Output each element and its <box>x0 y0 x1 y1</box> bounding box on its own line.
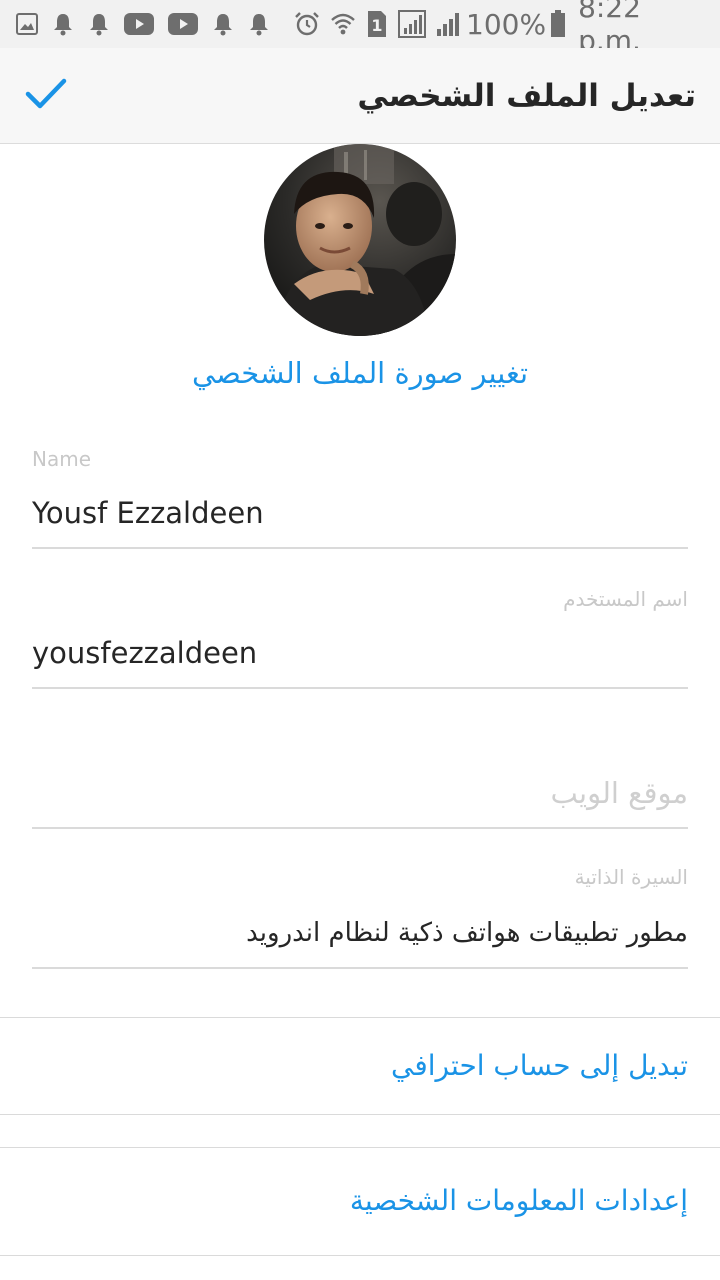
name-field: Name Yousf Ezzaldeen <box>32 445 688 549</box>
change-profile-photo-link[interactable]: تغيير صورة الملف الشخصي <box>0 356 720 390</box>
alarm-icon <box>294 11 320 37</box>
profile-photo <box>264 144 456 336</box>
bell-icon <box>212 12 234 36</box>
divider <box>0 1255 720 1256</box>
battery-icon <box>550 10 566 38</box>
personal-information-settings-button[interactable]: إعدادات المعلومات الشخصية <box>0 1148 720 1254</box>
divider <box>0 1114 720 1115</box>
name-label: Name <box>32 447 92 471</box>
bell-icon <box>248 12 270 36</box>
sim-1-icon: 1 <box>366 10 388 38</box>
confirm-button[interactable] <box>18 72 74 120</box>
status-bar-notifications <box>16 12 284 36</box>
signal-icon <box>436 11 460 37</box>
bio-input[interactable]: مطور تطبيقات هواتف ذكية لنظام اندرويد <box>32 903 688 963</box>
website-label-spacer <box>32 725 688 753</box>
youtube-icon <box>124 13 154 35</box>
bell-icon <box>88 12 110 36</box>
bell-icon <box>52 12 74 36</box>
status-bar: 1 100% 8:22 p.m. <box>0 0 720 57</box>
website-input[interactable]: موقع الويب <box>32 763 688 823</box>
bio-label: السيرة الذاتية <box>574 865 688 889</box>
username-input[interactable]: yousfezzaldeen <box>32 623 688 683</box>
username-label: اسم المستخدم <box>563 587 688 611</box>
app-bar: تعديل الملف الشخصي <box>0 48 720 144</box>
gallery-icon <box>16 13 38 35</box>
username-underline <box>32 687 688 689</box>
check-icon <box>25 77 67 115</box>
youtube-icon <box>168 13 198 35</box>
avatar[interactable] <box>264 144 456 336</box>
wifi-icon <box>330 11 356 37</box>
username-field: اسم المستخدم yousfezzaldeen <box>32 585 688 689</box>
bio-field: السيرة الذاتية مطور تطبيقات هواتف ذكية ل… <box>32 863 688 969</box>
sim-label: 1 <box>371 16 382 35</box>
switch-to-professional-button[interactable]: تبديل إلى حساب احترافي <box>0 1018 720 1114</box>
name-underline <box>32 547 688 549</box>
battery-percent: 100% <box>466 7 547 41</box>
website-field: موقع الويب <box>32 725 688 829</box>
bio-underline <box>32 967 688 969</box>
website-underline <box>32 827 688 829</box>
signal-icon <box>398 10 426 38</box>
name-input[interactable]: Yousf Ezzaldeen <box>32 483 688 543</box>
page-title: تعديل الملف الشخصي <box>357 78 696 114</box>
